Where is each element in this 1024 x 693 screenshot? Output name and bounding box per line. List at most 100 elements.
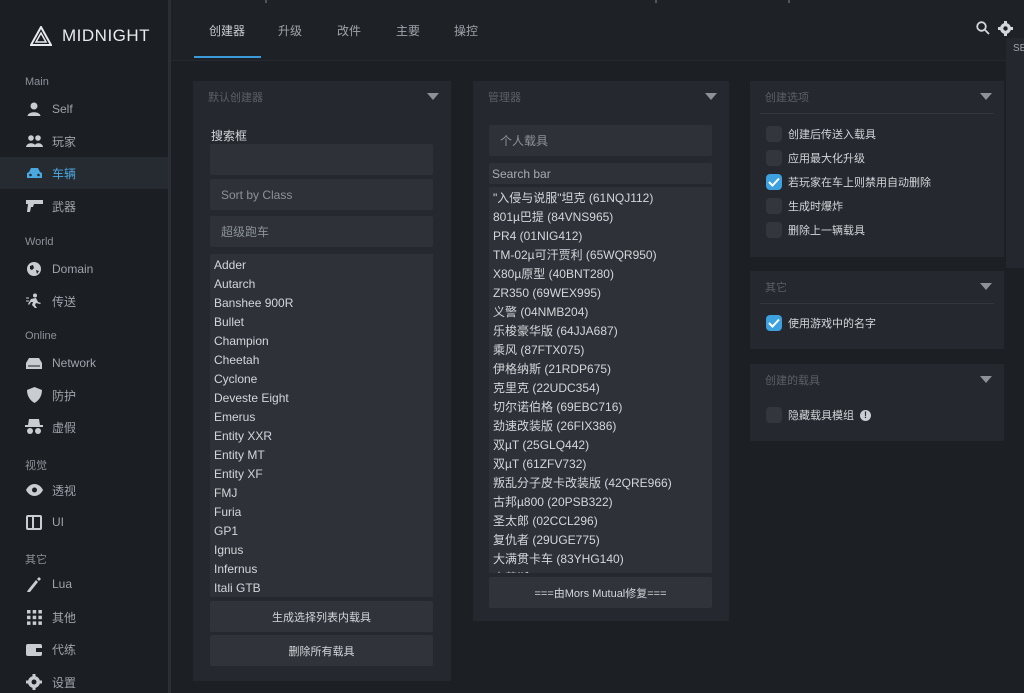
- sidebar-item-lua[interactable]: Lua: [0, 568, 168, 600]
- option-max-upgrade[interactable]: 应用最大化升级: [766, 150, 865, 166]
- list-item[interactable]: Emerus: [210, 408, 433, 427]
- sidebar-item-domain[interactable]: Domain: [0, 253, 168, 285]
- class-select[interactable]: 超级跑车: [210, 216, 433, 247]
- list-item[interactable]: 克里克 (22UDC354): [489, 379, 712, 398]
- sidebar-item-label: Domain: [52, 262, 94, 276]
- credits-button[interactable]: ===由Mors Mutual修复===: [489, 577, 712, 608]
- list-item[interactable]: 双µT (61ZFV732): [489, 455, 712, 474]
- sidebar-item-label: Network: [52, 356, 97, 370]
- section-label-online: Online: [25, 330, 57, 342]
- panel-header[interactable]: 默认创建器: [193, 81, 451, 113]
- option-delete-previous[interactable]: 删除上一辆载具: [766, 222, 865, 238]
- sidebar-item-players[interactable]: 玩家: [0, 125, 168, 157]
- list-item[interactable]: 801µ巴提 (84VNS965): [489, 208, 712, 227]
- list-item[interactable]: Infernus: [210, 560, 433, 579]
- delete-all-button[interactable]: 删除所有载具: [210, 635, 433, 666]
- tab-creator[interactable]: 创建器: [209, 22, 245, 39]
- list-item[interactable]: Entity XF: [210, 465, 433, 484]
- list-item[interactable]: PR4 (01NIG412): [489, 227, 712, 246]
- list-item[interactable]: Entity MT: [210, 446, 433, 465]
- list-item[interactable]: GP1: [210, 522, 433, 541]
- list-item[interactable]: Adder: [210, 256, 433, 275]
- tab-control[interactable]: 操控: [454, 22, 478, 39]
- list-item[interactable]: 伊格纳斯 (21RDP675): [489, 360, 712, 379]
- list-item[interactable]: TM-02µ可汗贾利 (65WQR950): [489, 246, 712, 265]
- list-item[interactable]: 乘风 (87FTX075): [489, 341, 712, 360]
- list-item[interactable]: 乐梭豪华版 (64JJA687): [489, 322, 712, 341]
- list-item[interactable]: "入侵与说服"坦克 (61NQJ112): [489, 189, 712, 208]
- list-item[interactable]: 复仇者 (29UGE775): [489, 531, 712, 550]
- list-item[interactable]: 圣太郎 (02CCL296): [489, 512, 712, 531]
- list-item[interactable]: 赤莫斯 (057DL736): [489, 569, 712, 573]
- list-item[interactable]: Cyclone: [210, 370, 433, 389]
- sidebar-item-weapons[interactable]: 武器: [0, 190, 168, 222]
- option-label: 创建后传送入载具: [788, 129, 876, 141]
- sidebar-item-vehicles[interactable]: 车辆: [0, 157, 168, 189]
- checkbox[interactable]: [766, 407, 782, 423]
- creator-panel: 默认创建器 搜索框 Sort by Class 超级跑车 Adder Autarc…: [193, 81, 451, 681]
- list-item[interactable]: 双µT (25GLQ442): [489, 436, 712, 455]
- created-vehicles-panel: 创建的载具 隐藏载具模组 !: [750, 364, 1004, 441]
- sidebar-item-settings[interactable]: 设置: [0, 666, 168, 693]
- sidebar-item-misc[interactable]: 其他: [0, 601, 168, 633]
- top-divider-mark: [788, 0, 790, 3]
- option-explode-on-spawn[interactable]: 生成时爆炸: [766, 198, 843, 214]
- option-use-game-names[interactable]: 使用游戏中的名字: [766, 315, 876, 331]
- garage-vehicle-list[interactable]: "入侵与说服"坦克 (61NQJ112) 801µ巴提 (84VNS965) PR4…: [489, 187, 712, 573]
- search-input[interactable]: [210, 144, 433, 175]
- personal-vehicle-select[interactable]: 个人载具: [489, 125, 712, 156]
- list-item[interactable]: 古邦µ800 (20PSB322): [489, 493, 712, 512]
- search-bar-input[interactable]: Search bar: [489, 163, 712, 184]
- option-disable-autodelete[interactable]: 若玩家在车上则禁用自动删除: [766, 174, 931, 190]
- list-item[interactable]: FMJ: [210, 484, 433, 503]
- panel-header[interactable]: 创建选项: [750, 81, 1004, 113]
- list-item[interactable]: 叛乱分子皮卡改装版 (42QRE966): [489, 474, 712, 493]
- checkbox[interactable]: [766, 126, 782, 142]
- list-item[interactable]: ZR350 (69WEX995): [489, 284, 712, 303]
- sidebar-item-spoof[interactable]: 虚假: [0, 411, 168, 443]
- tab-main[interactable]: 主要: [396, 22, 420, 39]
- list-item[interactable]: 义警 (04NMB204): [489, 303, 712, 322]
- list-item[interactable]: Entity XXR: [210, 427, 433, 446]
- checkbox[interactable]: [766, 198, 782, 214]
- list-item[interactable]: Deveste Eight: [210, 389, 433, 408]
- option-teleport-into[interactable]: 创建后传送入载具: [766, 126, 876, 142]
- list-item[interactable]: X80µ原型 (40BNT280): [489, 265, 712, 284]
- list-item[interactable]: Ignus: [210, 541, 433, 560]
- list-item[interactable]: Bullet: [210, 313, 433, 332]
- sidebar-item-network[interactable]: Network: [0, 347, 168, 379]
- vehicle-list[interactable]: Adder Autarch Banshee 900R Bullet Champion Ch…: [210, 254, 433, 597]
- checkbox-checked[interactable]: [766, 174, 782, 190]
- sidebar-item-protection[interactable]: 防护: [0, 379, 168, 411]
- list-item[interactable]: 切尔诺伯格 (69EBC716): [489, 398, 712, 417]
- list-item[interactable]: Banshee 900R: [210, 294, 433, 313]
- sidebar-item-esp[interactable]: 透视: [0, 474, 168, 506]
- list-item[interactable]: Champion: [210, 332, 433, 351]
- sidebar-item-boost[interactable]: 代练: [0, 633, 168, 665]
- wallet-icon: [25, 640, 43, 658]
- sidebar-item-teleport[interactable]: 传送: [0, 285, 168, 317]
- panel-header[interactable]: 其它: [750, 271, 1004, 303]
- option-hide-vehicle-mods[interactable]: 隐藏载具模组 !: [766, 407, 871, 423]
- panel-header[interactable]: 创建的载具: [750, 364, 1004, 396]
- list-item[interactable]: 大满贯卡车 (83YHG140): [489, 550, 712, 569]
- list-item[interactable]: Furia: [210, 503, 433, 522]
- list-item[interactable]: 劲速改装版 (26FIX386): [489, 417, 712, 436]
- checkbox[interactable]: [766, 150, 782, 166]
- option-label: 使用游戏中的名字: [788, 318, 876, 330]
- sidebar-item-label: 透视: [52, 483, 77, 498]
- search-icon[interactable]: [976, 21, 990, 40]
- list-item[interactable]: Cheetah: [210, 351, 433, 370]
- spawn-selected-button[interactable]: 生成选择列表内载具: [210, 601, 433, 632]
- sidebar-item-ui[interactable]: UI: [0, 506, 168, 538]
- list-item[interactable]: Autarch: [210, 275, 433, 294]
- checkbox[interactable]: [766, 222, 782, 238]
- tab-modify[interactable]: 改件: [337, 22, 361, 39]
- sidebar-item-self[interactable]: Self: [0, 93, 168, 125]
- info-icon[interactable]: !: [860, 409, 871, 421]
- checkbox-checked[interactable]: [766, 315, 782, 331]
- list-item[interactable]: Itali GTB: [210, 579, 433, 597]
- tab-upgrade[interactable]: 升级: [278, 22, 302, 39]
- panel-header[interactable]: 管理器: [473, 81, 729, 113]
- sort-by-class-select[interactable]: Sort by Class: [210, 179, 433, 210]
